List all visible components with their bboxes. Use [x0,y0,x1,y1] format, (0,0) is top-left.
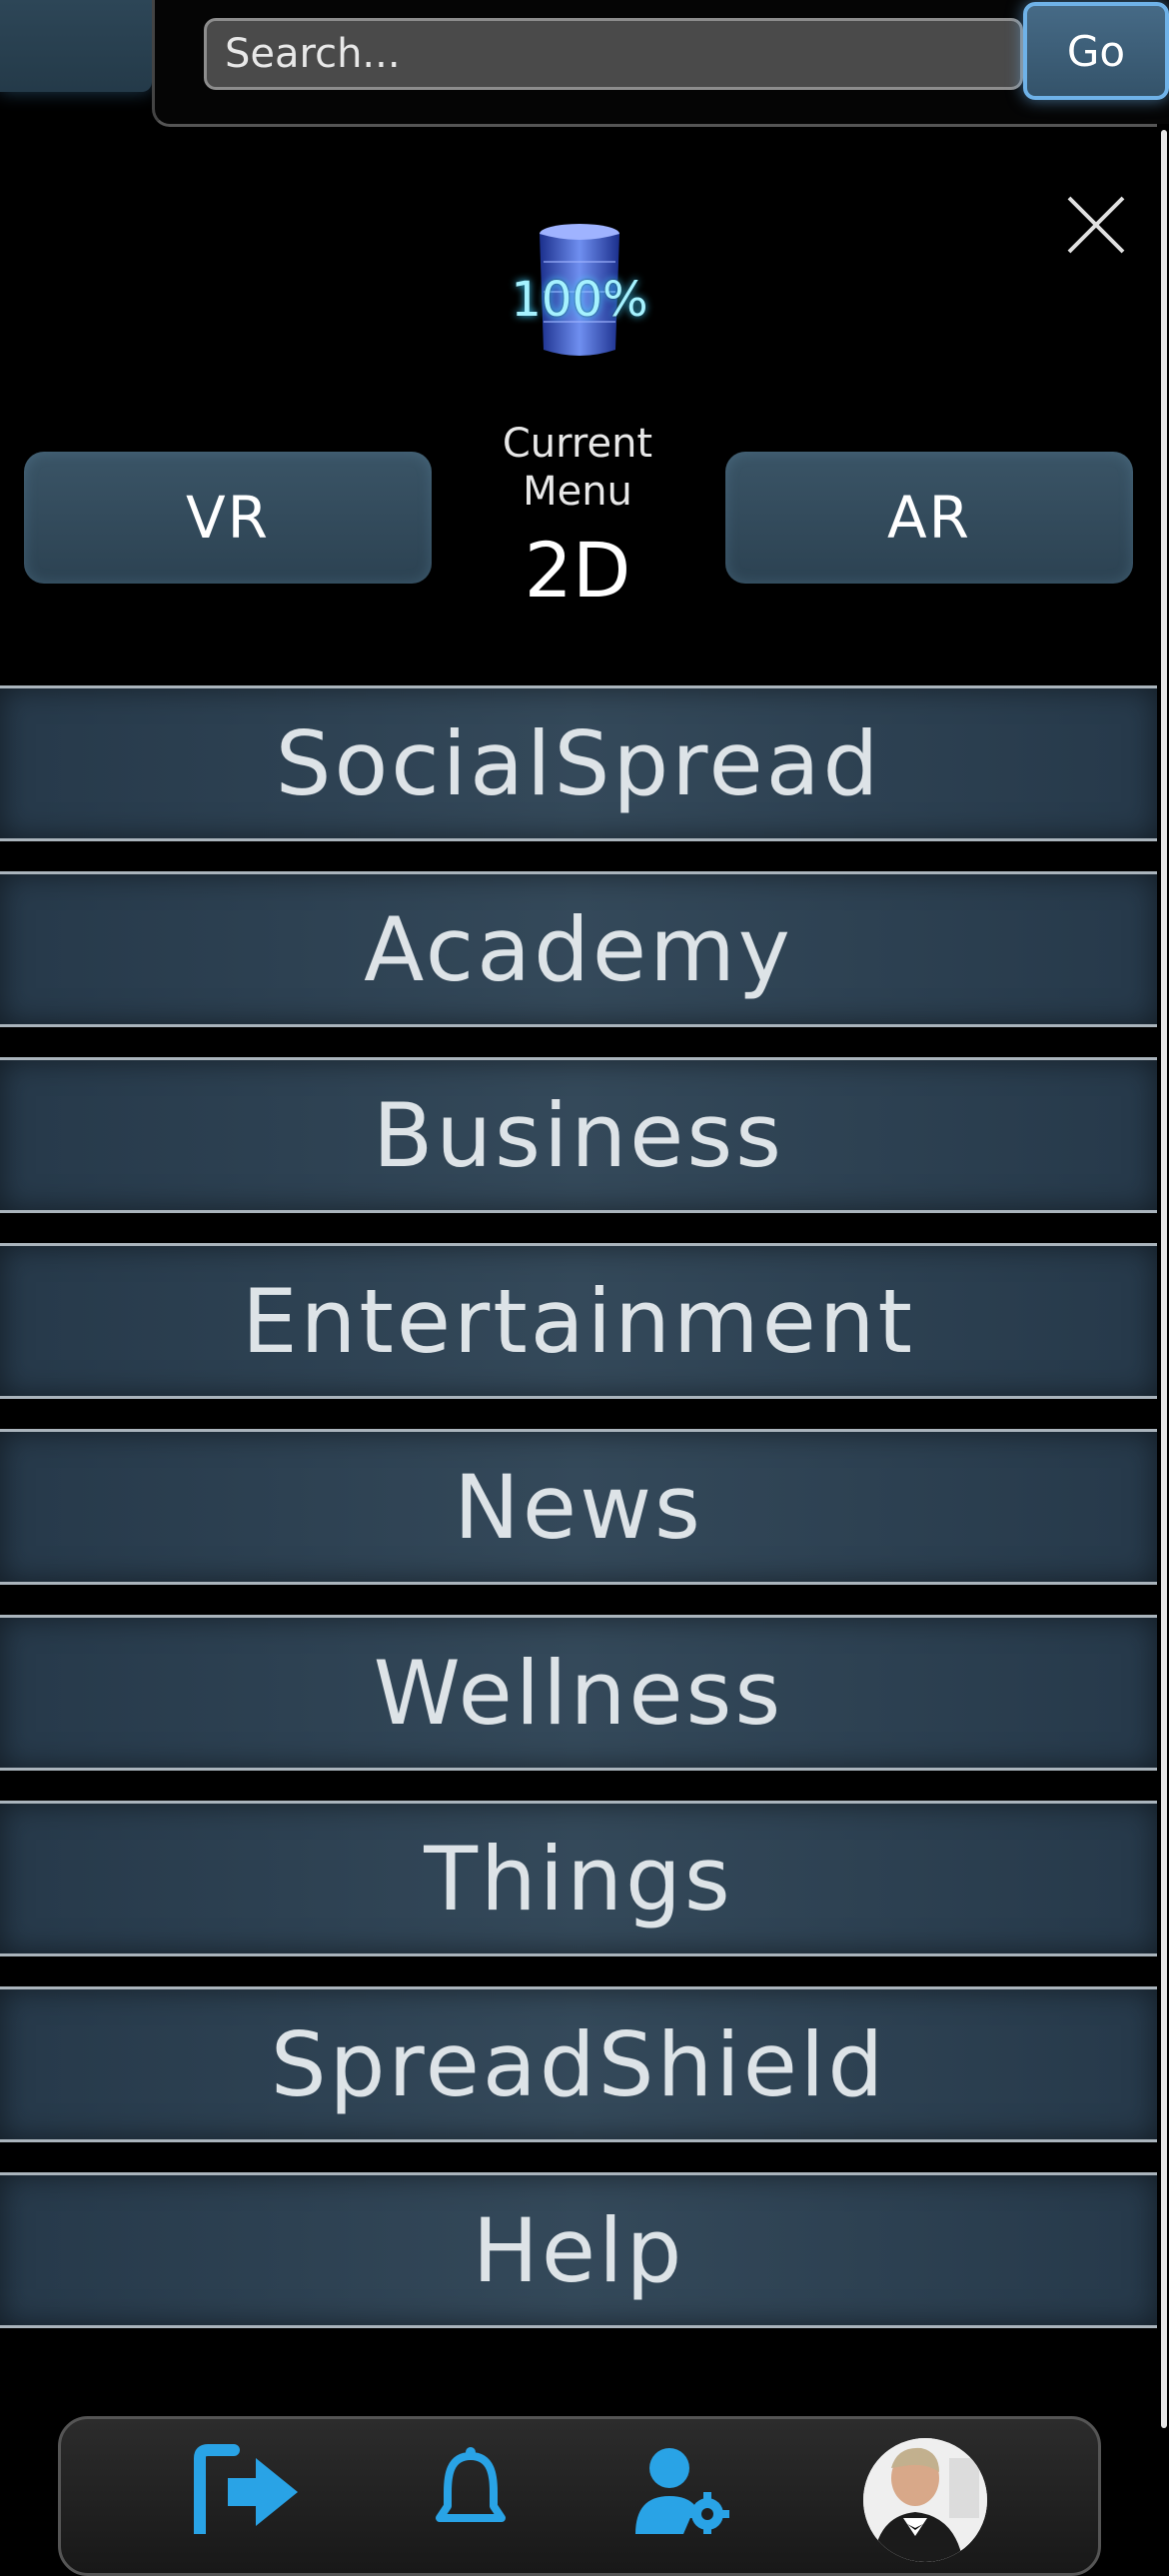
menu-item-entertainment[interactable]: Entertainment [0,1243,1157,1399]
current-menu-label: Current Menu [502,421,653,515]
menu-item-things[interactable]: Things [0,1801,1157,1956]
user-settings-icon[interactable] [635,2444,731,2534]
menu-item-spreadshield[interactable]: SpreadShield [0,1986,1157,2142]
search-input[interactable] [204,18,1023,90]
menu-item-wellness[interactable]: Wellness [0,1615,1157,1771]
bell-icon[interactable] [436,2444,506,2534]
battery-percent: 100% [511,272,648,328]
close-icon[interactable] [1061,190,1131,260]
menu-item-academy[interactable]: Academy [0,871,1157,1027]
menu-item-help[interactable]: Help [0,2172,1157,2328]
logout-icon[interactable] [194,2444,304,2534]
scrollbar-thumb[interactable] [1161,130,1167,2428]
menu-tab[interactable] [0,0,152,92]
vr-button[interactable]: VR [24,452,432,584]
menu-item-business[interactable]: Business [0,1057,1157,1213]
current-menu-value: 2D [524,526,631,615]
avatar[interactable] [863,2438,987,2562]
menu-item-news[interactable]: News [0,1429,1157,1585]
ar-button[interactable]: AR [725,452,1133,584]
menu-item-socialspread[interactable]: SocialSpread [0,685,1157,841]
avatar-image [863,2438,987,2562]
go-button[interactable]: Go [1023,2,1169,100]
